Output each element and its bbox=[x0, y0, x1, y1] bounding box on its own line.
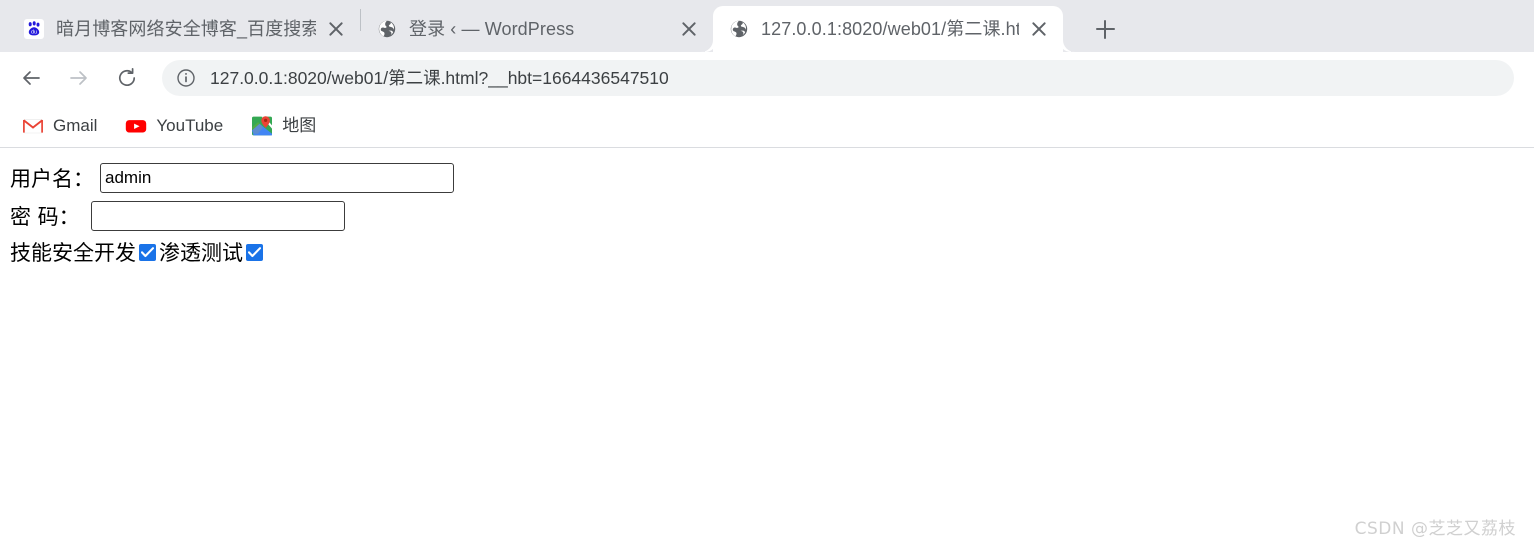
bookmarks-bar: Gmail YouTube 地图 bbox=[0, 104, 1534, 148]
browser-tab-3-active[interactable]: 127.0.0.1:8020/web01/第二课.html bbox=[701, 6, 1075, 52]
youtube-icon bbox=[125, 115, 147, 137]
skills-label: 技能安全开发 bbox=[10, 241, 136, 265]
bookmark-gmail[interactable]: Gmail bbox=[14, 111, 105, 141]
back-button[interactable] bbox=[12, 59, 50, 97]
gmail-icon bbox=[22, 115, 44, 137]
reload-icon bbox=[115, 66, 139, 90]
site-info-icon[interactable] bbox=[176, 68, 196, 88]
page-content: 用户名： 密 码： 技能安全开发 渗透测试 CSDN @芝芝又荔枝 bbox=[0, 148, 1534, 553]
tab-close-icon[interactable] bbox=[1025, 15, 1053, 43]
baidu-favicon: du bbox=[24, 19, 44, 39]
arrow-left-icon bbox=[19, 66, 43, 90]
password-row: 密 码： bbox=[10, 198, 1534, 233]
tab-title: 127.0.0.1:8020/web01/第二课.html bbox=[761, 19, 1019, 39]
bookmark-label: Gmail bbox=[53, 115, 98, 135]
globe-favicon bbox=[729, 19, 749, 39]
google-maps-icon bbox=[251, 115, 273, 137]
username-row: 用户名： bbox=[10, 160, 1534, 195]
new-tab-button[interactable] bbox=[1085, 9, 1125, 49]
csdn-watermark: CSDN @芝芝又荔枝 bbox=[1354, 519, 1516, 539]
bookmark-maps[interactable]: 地图 bbox=[243, 111, 324, 141]
address-bar[interactable]: 127.0.0.1:8020/web01/第二课.html?__hbt=1664… bbox=[162, 60, 1514, 96]
globe-favicon bbox=[377, 19, 397, 39]
skill-pentest-checkbox[interactable] bbox=[246, 243, 263, 261]
bookmark-label: YouTube bbox=[156, 115, 224, 135]
browser-toolbar: 127.0.0.1:8020/web01/第二课.html?__hbt=1664… bbox=[0, 52, 1534, 104]
reload-button[interactable] bbox=[108, 59, 146, 97]
svg-text:du: du bbox=[31, 29, 37, 35]
skills-row: 技能安全开发 渗透测试 bbox=[10, 236, 1534, 268]
username-label: 用户名： bbox=[10, 166, 94, 191]
browser-tab-1[interactable]: du 暗月博客网络安全博客_百度搜索 bbox=[8, 6, 360, 52]
browser-tab-2[interactable]: 登录 ‹ — WordPress bbox=[361, 6, 713, 52]
tab-title: 暗月博客网络安全博客_百度搜索 bbox=[56, 19, 316, 39]
tab-close-icon[interactable] bbox=[675, 15, 703, 43]
tab-strip: du 暗月博客网络安全博客_百度搜索 登录 ‹ — WordPress 127.… bbox=[0, 0, 1534, 52]
tab-close-icon[interactable] bbox=[322, 15, 350, 43]
pentest-label: 渗透测试 bbox=[159, 241, 243, 265]
arrow-right-icon bbox=[67, 66, 91, 90]
address-bar-text: 127.0.0.1:8020/web01/第二课.html?__hbt=1664… bbox=[210, 68, 669, 88]
tab-corner-right bbox=[1063, 40, 1075, 52]
username-input[interactable] bbox=[100, 162, 454, 193]
password-label: 密 码： bbox=[10, 204, 80, 229]
tab-title: 登录 ‹ — WordPress bbox=[409, 19, 575, 39]
skill-dev-checkbox[interactable] bbox=[139, 243, 156, 261]
bookmark-youtube[interactable]: YouTube bbox=[117, 111, 231, 141]
forward-button bbox=[60, 59, 98, 97]
bookmark-label: 地图 bbox=[282, 115, 317, 135]
password-input[interactable] bbox=[90, 200, 345, 231]
